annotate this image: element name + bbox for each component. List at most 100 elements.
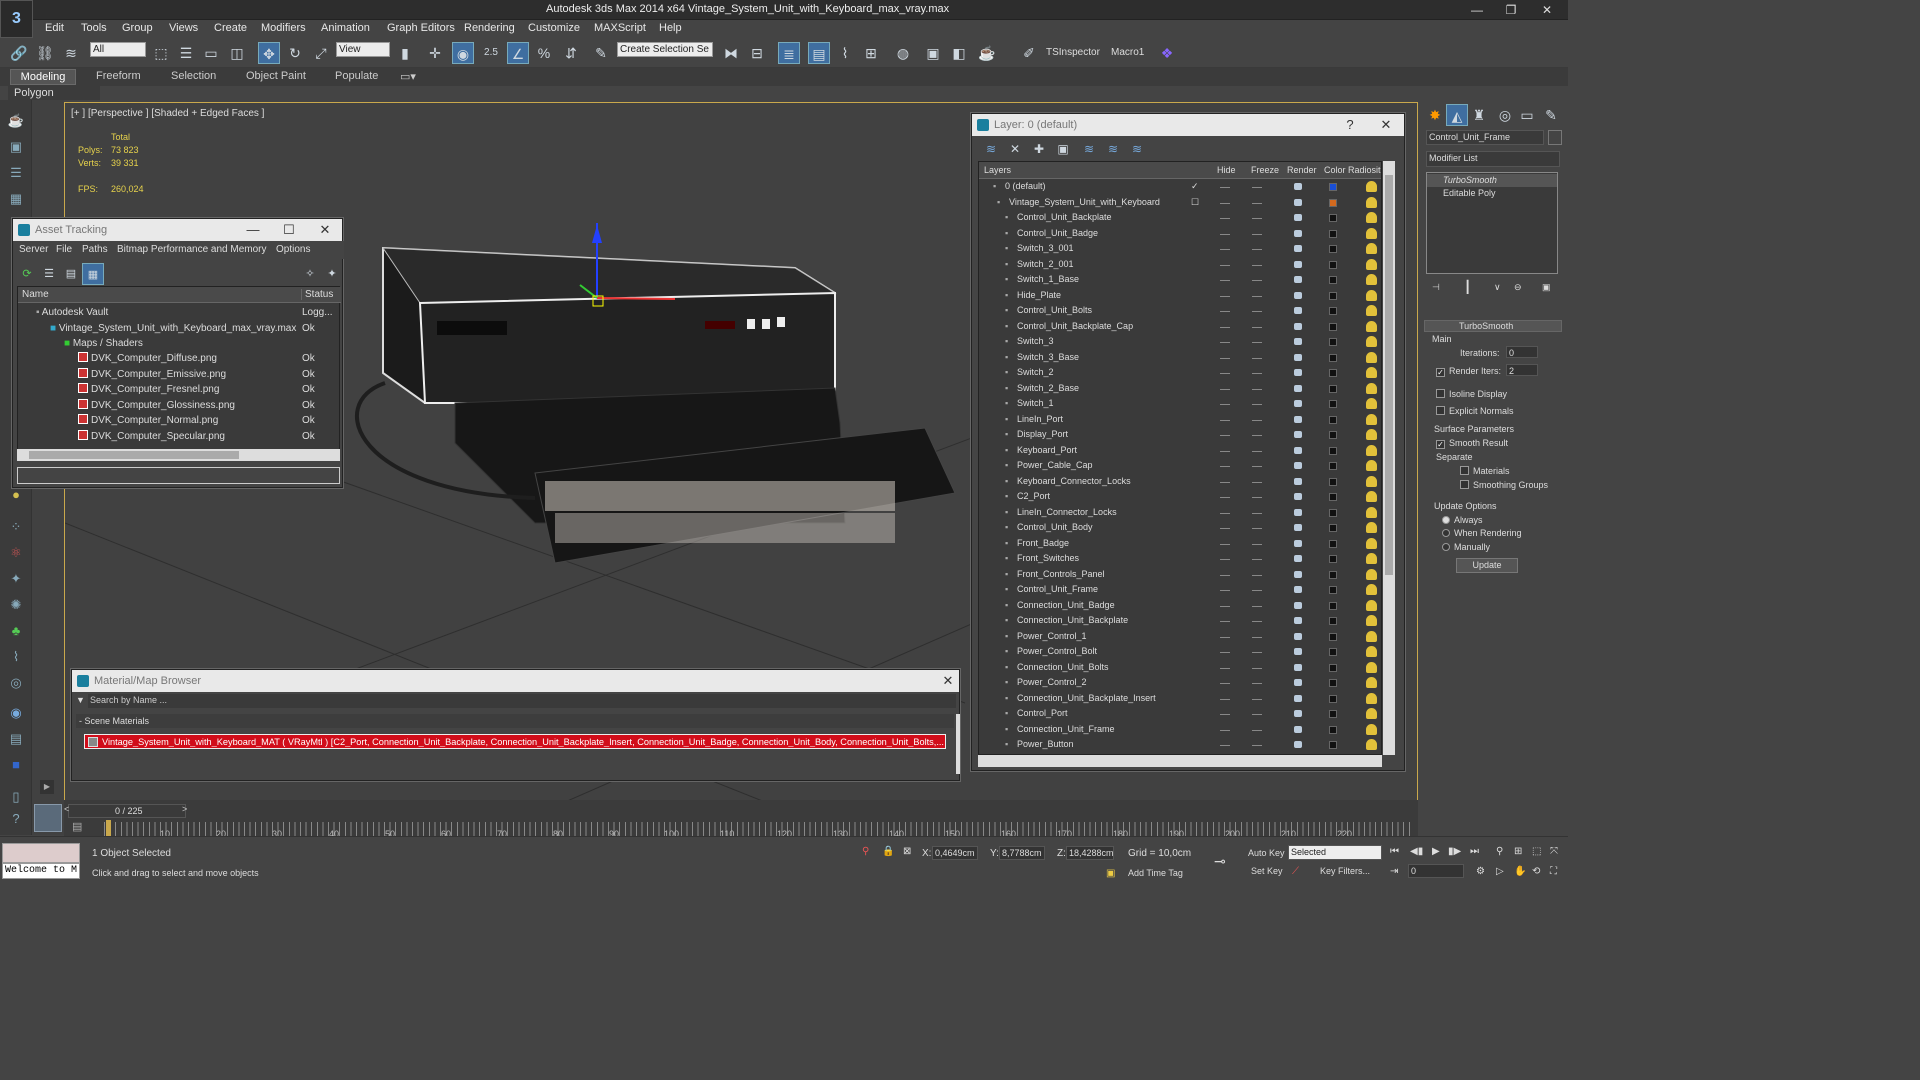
orbit-icon[interactable]: ⟲	[1532, 866, 1540, 877]
layer-row[interactable]: ▪ Hide_Plate	[979, 288, 1381, 304]
asset-menu-bitmap[interactable]: Bitmap Performance and Memory	[117, 244, 267, 255]
layer-row[interactable]: ▪ Keyboard_Connector_Locks	[979, 474, 1381, 490]
render-teapot-icon[interactable]	[1294, 741, 1302, 748]
layer-toggle[interactable]	[1220, 419, 1230, 421]
render-iters-spinner[interactable]: 2	[1506, 364, 1538, 376]
menu-create[interactable]: Create	[214, 22, 247, 34]
maxscript-mini-listener[interactable]: Welcome to M	[2, 863, 80, 879]
menu-graph-editors[interactable]: Graph Editors	[387, 22, 455, 34]
render-teapot-icon[interactable]	[1294, 431, 1302, 438]
render-teapot-icon[interactable]	[1294, 710, 1302, 717]
render-teapot-icon[interactable]	[1294, 493, 1302, 500]
render-teapot-icon[interactable]	[1294, 245, 1302, 252]
radiosity-icon[interactable]	[1366, 646, 1377, 657]
tab-populate[interactable]: Populate	[335, 70, 378, 82]
minimize-button[interactable]: —	[1460, 0, 1494, 20]
layer-row[interactable]: ▪ Display_Port	[979, 427, 1381, 443]
layer-toggle[interactable]	[1252, 373, 1262, 374]
layer-toggle[interactable]	[1252, 218, 1262, 219]
x-coordinate-field[interactable]: 0,4649cm	[932, 846, 978, 860]
layer-toggle[interactable]	[1220, 652, 1230, 653]
render-teapot-icon[interactable]	[1294, 648, 1302, 655]
timeline-ruler[interactable]	[104, 822, 1414, 836]
maximize-viewport-icon[interactable]: ⛶	[1550, 866, 1557, 877]
layer-row[interactable]: ▪ Connection_Unit_Bolts	[979, 660, 1381, 676]
material-search-input[interactable]: Search by Name ...	[88, 694, 956, 708]
layer-color-swatch[interactable]	[1329, 353, 1337, 362]
layer-toggle[interactable]	[1252, 729, 1262, 731]
layer-toggle[interactable]	[1220, 605, 1230, 607]
layer-toggle[interactable]	[1220, 249, 1230, 250]
layer-toggle[interactable]	[1220, 187, 1230, 188]
layer-help-button[interactable]: ?	[1336, 114, 1364, 136]
pivot-center-icon[interactable]: ▮	[394, 42, 416, 64]
menu-edit[interactable]: Edit	[45, 22, 64, 34]
layer-toggle[interactable]	[1252, 481, 1262, 483]
layer-color-swatch[interactable]	[1329, 431, 1337, 439]
layer-toggle[interactable]	[1220, 574, 1230, 576]
table-row[interactable]: DVK_Computer_Emissive.png	[78, 367, 226, 383]
render-teapot-icon[interactable]	[1294, 679, 1302, 686]
layer-toggle[interactable]	[1252, 404, 1262, 405]
object-name-field[interactable]: Control_Unit_Frame	[1426, 130, 1544, 145]
layer-row[interactable]: ▪ LineIn_Connector_Locks	[979, 505, 1381, 521]
radiosity-icon[interactable]	[1366, 708, 1377, 719]
col-color[interactable]: Color	[1324, 165, 1346, 175]
highlight-layer-icon[interactable]: ≋	[1078, 138, 1100, 160]
render-teapot-icon[interactable]	[1294, 570, 1302, 578]
close-button[interactable]: ✕	[1530, 0, 1564, 20]
scene-material-row[interactable]: Vintage_System_Unit_with_Keyboard_MAT ( …	[84, 734, 946, 749]
asset-hscrollbar[interactable]	[17, 449, 340, 461]
edit-named-selection-icon[interactable]: ✎	[590, 42, 612, 64]
layer-color-swatch[interactable]	[1329, 183, 1337, 191]
isolate-icon[interactable]: ⚲	[862, 846, 869, 857]
set-key-button[interactable]: Set Key	[1251, 866, 1283, 876]
layer-toggle[interactable]	[1220, 388, 1230, 390]
tab-freeform[interactable]: Freeform	[96, 70, 141, 82]
render-teapot-icon[interactable]	[1294, 555, 1302, 562]
object-color-swatch[interactable]	[1548, 130, 1562, 145]
layer-row[interactable]: ▪ Power_Control_2	[979, 675, 1381, 691]
layer-color-swatch[interactable]	[1329, 322, 1337, 331]
layer-toggle[interactable]	[1252, 280, 1262, 281]
zoom-all-icon[interactable]: ⊞	[1514, 846, 1522, 857]
stack-item-turbosmooth[interactable]: TurboSmooth	[1427, 174, 1557, 187]
pin-stack-icon[interactable]: ⊣	[1432, 282, 1440, 293]
layer-hscrollbar[interactable]	[978, 755, 1382, 767]
col-freeze[interactable]: Freeze	[1251, 165, 1279, 175]
globe-icon[interactable]: ✺	[6, 596, 26, 614]
layer-toggle[interactable]	[1252, 497, 1262, 498]
create-layer-icon[interactable]: ≋	[980, 138, 1002, 160]
col-hide[interactable]: Hide	[1217, 165, 1236, 175]
radiosity-icon[interactable]	[1366, 274, 1377, 285]
radiosity-icon[interactable]	[1366, 398, 1377, 409]
render-teapot-icon[interactable]	[1294, 477, 1302, 485]
render-teapot-icon[interactable]	[1294, 632, 1302, 640]
layer-row[interactable]: ▪ Switch_2_001	[979, 257, 1381, 273]
script-icon[interactable]: ▯	[6, 788, 26, 806]
layer-row[interactable]: ▪ Switch_3_Base	[979, 350, 1381, 366]
zoom-extents-all-icon[interactable]: ⤧	[1550, 846, 1558, 857]
layer-color-swatch[interactable]	[1329, 555, 1337, 563]
layer-toggle[interactable]	[1220, 233, 1230, 235]
radiosity-icon[interactable]	[1366, 537, 1377, 549]
layer-toggle[interactable]	[1252, 714, 1262, 715]
menu-help[interactable]: Help	[659, 22, 682, 34]
layer-row[interactable]: ▪ Control_Port	[979, 706, 1381, 722]
turbosmooth-rollout-header[interactable]: TurboSmooth	[1424, 320, 1562, 332]
layer-row[interactable]: ▪ Switch_3_001	[979, 241, 1381, 257]
material-browser-titlebar[interactable]: Material/Map Browser ✕	[72, 670, 959, 692]
table-view-icon[interactable]: ▦	[82, 263, 104, 285]
table-row[interactable]: DVK_Computer_Fresnel.png	[78, 382, 219, 398]
radiosity-icon[interactable]	[1366, 305, 1377, 316]
radiosity-icon[interactable]	[1366, 196, 1377, 208]
isoline-checkbox[interactable]: Isoline Display	[1436, 389, 1507, 399]
help-icon[interactable]: ?	[6, 810, 26, 828]
key-filters-button[interactable]: Key Filters...	[1320, 866, 1370, 876]
radiosity-icon[interactable]	[1366, 212, 1377, 223]
render-teapot-icon[interactable]	[1294, 617, 1302, 624]
select-object-icon[interactable]: ⬚	[150, 42, 172, 64]
add-to-layer-icon[interactable]: ✚	[1028, 138, 1050, 160]
layer-row[interactable]: ▪ LineIn_Port	[979, 412, 1381, 428]
layer-toggle[interactable]	[1252, 342, 1262, 343]
